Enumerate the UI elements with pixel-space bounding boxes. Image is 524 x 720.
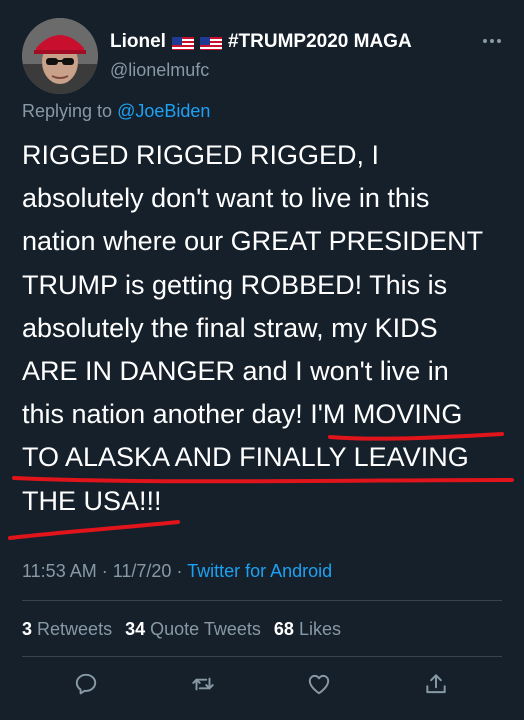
- us-flag-icon: [171, 35, 194, 50]
- retweet-icon[interactable]: [187, 668, 219, 700]
- divider: [22, 656, 502, 657]
- meta-separator: ·: [96, 561, 113, 581]
- tweet-client-link[interactable]: Twitter for Android: [187, 561, 332, 581]
- tweet-text-line: THE USA!!!: [22, 485, 162, 516]
- avatar[interactable]: [22, 18, 98, 94]
- tweet-meta: 11:53 AM · 11/7/20 · Twitter for Android: [22, 558, 332, 584]
- quote-tweets-stat[interactable]: 34 Quote Tweets: [125, 619, 261, 639]
- tweet-text-line: RIGGED RIGGED RIGGED, I: [22, 140, 380, 170]
- tweet-header: Lionel #TRUMP2020 MAGA @lionelmufc: [22, 18, 502, 98]
- divider: [22, 600, 502, 601]
- name-suffix: #TRUMP2020 MAGA: [227, 31, 412, 52]
- likes-label: Likes: [298, 619, 341, 639]
- tweet-date[interactable]: 11/7/20: [113, 561, 172, 581]
- tweet-text-line: TO ALASKA AND FINALLY LEAVING: [22, 442, 469, 473]
- share-icon[interactable]: [420, 668, 452, 700]
- retweets-label: Retweets: [37, 619, 113, 639]
- tweet-stats: 3 Retweets 34 Quote Tweets 68 Likes: [22, 616, 349, 642]
- tweet-time[interactable]: 11:53 AM: [22, 561, 97, 581]
- tweet-text-line: TRUMP is getting ROBBED! This is: [22, 269, 448, 300]
- likes-stat[interactable]: 68 Likes: [274, 619, 341, 639]
- tweet-text-line: absolutely don't want to live in this: [22, 183, 430, 214]
- replying-to: Replying to @JoeBiden: [22, 98, 210, 124]
- tweet-text-line: nation where our GREAT PRESIDENT: [22, 226, 484, 257]
- reply-icon[interactable]: [70, 668, 102, 700]
- more-horizontal-icon[interactable]: [482, 28, 502, 48]
- quotes-label: Quote Tweets: [150, 619, 261, 639]
- display-name[interactable]: Lionel: [110, 30, 166, 54]
- tweet-text-line: this nation another day! I'M MOVING: [22, 399, 463, 430]
- reply-mention-link[interactable]: @JoeBiden: [117, 101, 210, 121]
- meta-separator: ·: [171, 561, 188, 581]
- likes-count: 68: [273, 619, 294, 639]
- replying-to-label: Replying to: [22, 101, 118, 121]
- tweet-text-line: ARE IN DANGER and I won't live in: [22, 356, 449, 387]
- like-icon[interactable]: [303, 668, 335, 700]
- tweet-text-line: absolutely the final straw, my KIDS: [22, 312, 438, 343]
- tweet-text: RIGGED RIGGED RIGGED, I absolutely don't…: [22, 134, 506, 523]
- us-flag-icon: [199, 35, 222, 50]
- quotes-count: 34: [125, 619, 146, 639]
- author-handle[interactable]: @lionelmufc: [110, 58, 209, 82]
- author-name-row[interactable]: Lionel #TRUMP2020 MAGA: [110, 30, 412, 54]
- tweet-actions: [0, 668, 524, 708]
- retweets-count: 3: [22, 619, 33, 639]
- retweets-stat[interactable]: 3 Retweets: [22, 619, 112, 639]
